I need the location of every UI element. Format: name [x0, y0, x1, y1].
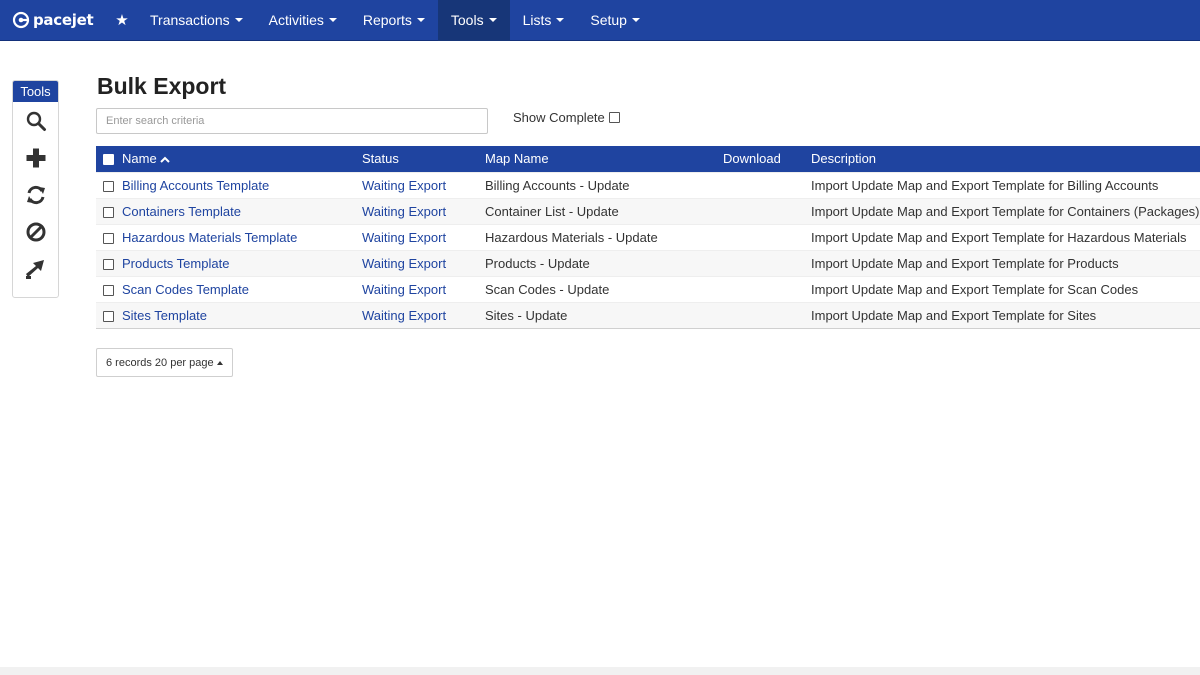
search-icon — [26, 111, 46, 131]
select-all-cell — [103, 146, 114, 172]
row-status-link[interactable]: Waiting Export — [362, 277, 446, 303]
column-header-description[interactable]: Description — [811, 146, 876, 172]
row-name-link[interactable]: Billing Accounts Template — [122, 173, 269, 199]
row-map-name: Scan Codes - Update — [485, 282, 610, 297]
caret-down-icon — [234, 18, 243, 22]
caret-down-icon — [488, 18, 497, 22]
row-status-link[interactable]: Waiting Export — [362, 199, 446, 225]
export-arrow-icon — [25, 259, 44, 279]
column-header-name[interactable]: Name — [122, 146, 170, 172]
row-map-name: Hazardous Materials - Update — [485, 230, 658, 245]
row-checkbox[interactable] — [103, 206, 114, 218]
select-all-checkbox[interactable] — [103, 153, 114, 165]
row-name-link[interactable]: Sites Template — [122, 303, 207, 329]
row-map-name: Sites - Update — [485, 308, 568, 323]
row-select-cell — [103, 303, 114, 329]
row-name-link[interactable]: Hazardous Materials Template — [122, 225, 297, 251]
row-map-name: Billing Accounts - Update — [485, 178, 630, 193]
row-status-link[interactable]: Waiting Export — [362, 251, 446, 277]
row-description: Import Update Map and Export Template fo… — [811, 256, 1119, 271]
row-checkbox[interactable] — [103, 180, 114, 192]
caret-down-icon — [631, 18, 640, 22]
top-navbar: pacejet ★ Transactions Activities Report… — [0, 0, 1200, 41]
row-description: Import Update Map and Export Template fo… — [811, 178, 1159, 193]
search-input[interactable] — [96, 108, 488, 134]
row-checkbox[interactable] — [103, 310, 114, 322]
row-select-cell — [103, 199, 114, 225]
show-complete-checkbox[interactable] — [608, 112, 620, 123]
column-header-status[interactable]: Status — [362, 146, 399, 172]
refresh-icon — [26, 185, 45, 204]
table-row: Scan Codes Template Waiting Export Scan … — [96, 276, 1200, 302]
tools-panel: Tools — [12, 80, 59, 298]
add-tool-button[interactable] — [13, 139, 58, 176]
caret-down-icon — [556, 18, 565, 22]
nav-reports[interactable]: Reports — [350, 0, 438, 41]
pacejet-logo-icon — [12, 11, 30, 29]
row-status-link[interactable]: Waiting Export — [362, 303, 446, 329]
pacejet-logo[interactable]: pacejet — [12, 0, 102, 41]
row-description: Import Update Map and Export Template fo… — [811, 308, 1097, 323]
sort-ascending-icon — [159, 156, 170, 163]
nav-label: Transactions — [150, 12, 230, 28]
search-tool-button[interactable] — [13, 102, 58, 139]
row-status-link[interactable]: Waiting Export — [362, 173, 446, 199]
row-select-cell — [103, 173, 114, 199]
plus-icon — [26, 148, 45, 167]
nav-lists[interactable]: Lists — [510, 0, 578, 41]
row-checkbox[interactable] — [103, 258, 114, 270]
nav-activities[interactable]: Activities — [256, 0, 350, 41]
row-description: Import Update Map and Export Template fo… — [811, 230, 1187, 245]
table-row: Sites Template Waiting Export Sites - Up… — [96, 302, 1200, 328]
caret-up-icon — [216, 360, 223, 365]
nav-label: Lists — [522, 12, 552, 28]
caret-down-icon — [416, 18, 425, 22]
brand-name: pacejet — [33, 11, 94, 29]
page-size-dropdown[interactable]: 6 records 20 per page — [96, 348, 233, 377]
row-map-name: Products - Update — [485, 256, 590, 271]
footer-bar — [0, 667, 1200, 675]
row-map-name: Container List - Update — [485, 204, 619, 219]
row-description: Import Update Map and Export Template fo… — [811, 282, 1139, 297]
show-complete-label: Show Complete — [513, 110, 605, 125]
nav-label: Reports — [362, 12, 412, 28]
nav-tools[interactable]: Tools — [437, 0, 510, 41]
export-tool-button[interactable] — [13, 250, 58, 287]
nav-label: Setup — [590, 12, 627, 28]
cancel-icon — [26, 222, 45, 241]
caret-down-icon — [328, 18, 337, 22]
nav-setup[interactable]: Setup — [577, 0, 653, 41]
show-complete-filter[interactable]: Show Complete — [513, 110, 620, 125]
bulk-export-table: Name Status Map Name Download Descriptio… — [96, 146, 1200, 329]
column-header-download[interactable]: Download — [723, 146, 781, 172]
table-row: Hazardous Materials Template Waiting Exp… — [96, 224, 1200, 250]
row-name-link[interactable]: Containers Template — [122, 199, 241, 225]
pager-label: 6 records 20 per page — [106, 356, 214, 369]
table-row: Billing Accounts Template Waiting Export… — [96, 172, 1200, 198]
page-title: Bulk Export — [97, 73, 227, 99]
favorites-star-icon[interactable]: ★ — [107, 11, 137, 29]
row-checkbox[interactable] — [103, 232, 114, 244]
row-select-cell — [103, 251, 114, 277]
cancel-tool-button[interactable] — [13, 213, 58, 250]
row-description: Import Update Map and Export Template fo… — [811, 204, 1200, 219]
table-row: Products Template Waiting Export Product… — [96, 250, 1200, 276]
refresh-tool-button[interactable] — [13, 176, 58, 213]
nav-label: Activities — [268, 12, 324, 28]
row-checkbox[interactable] — [103, 284, 114, 296]
nav-transactions[interactable]: Transactions — [137, 0, 256, 41]
table-row: Containers Template Waiting Export Conta… — [96, 198, 1200, 224]
row-name-link[interactable]: Products Template — [122, 251, 229, 277]
row-status-link[interactable]: Waiting Export — [362, 225, 446, 251]
tools-title: Tools — [13, 81, 58, 102]
row-select-cell — [103, 277, 114, 303]
nav-label: Tools — [450, 12, 484, 28]
row-name-link[interactable]: Scan Codes Template — [122, 277, 249, 303]
table-header: Name Status Map Name Download Descriptio… — [96, 146, 1200, 172]
column-header-map-name[interactable]: Map Name — [485, 146, 549, 172]
column-header-label: Name — [122, 151, 157, 166]
row-select-cell — [103, 225, 114, 251]
